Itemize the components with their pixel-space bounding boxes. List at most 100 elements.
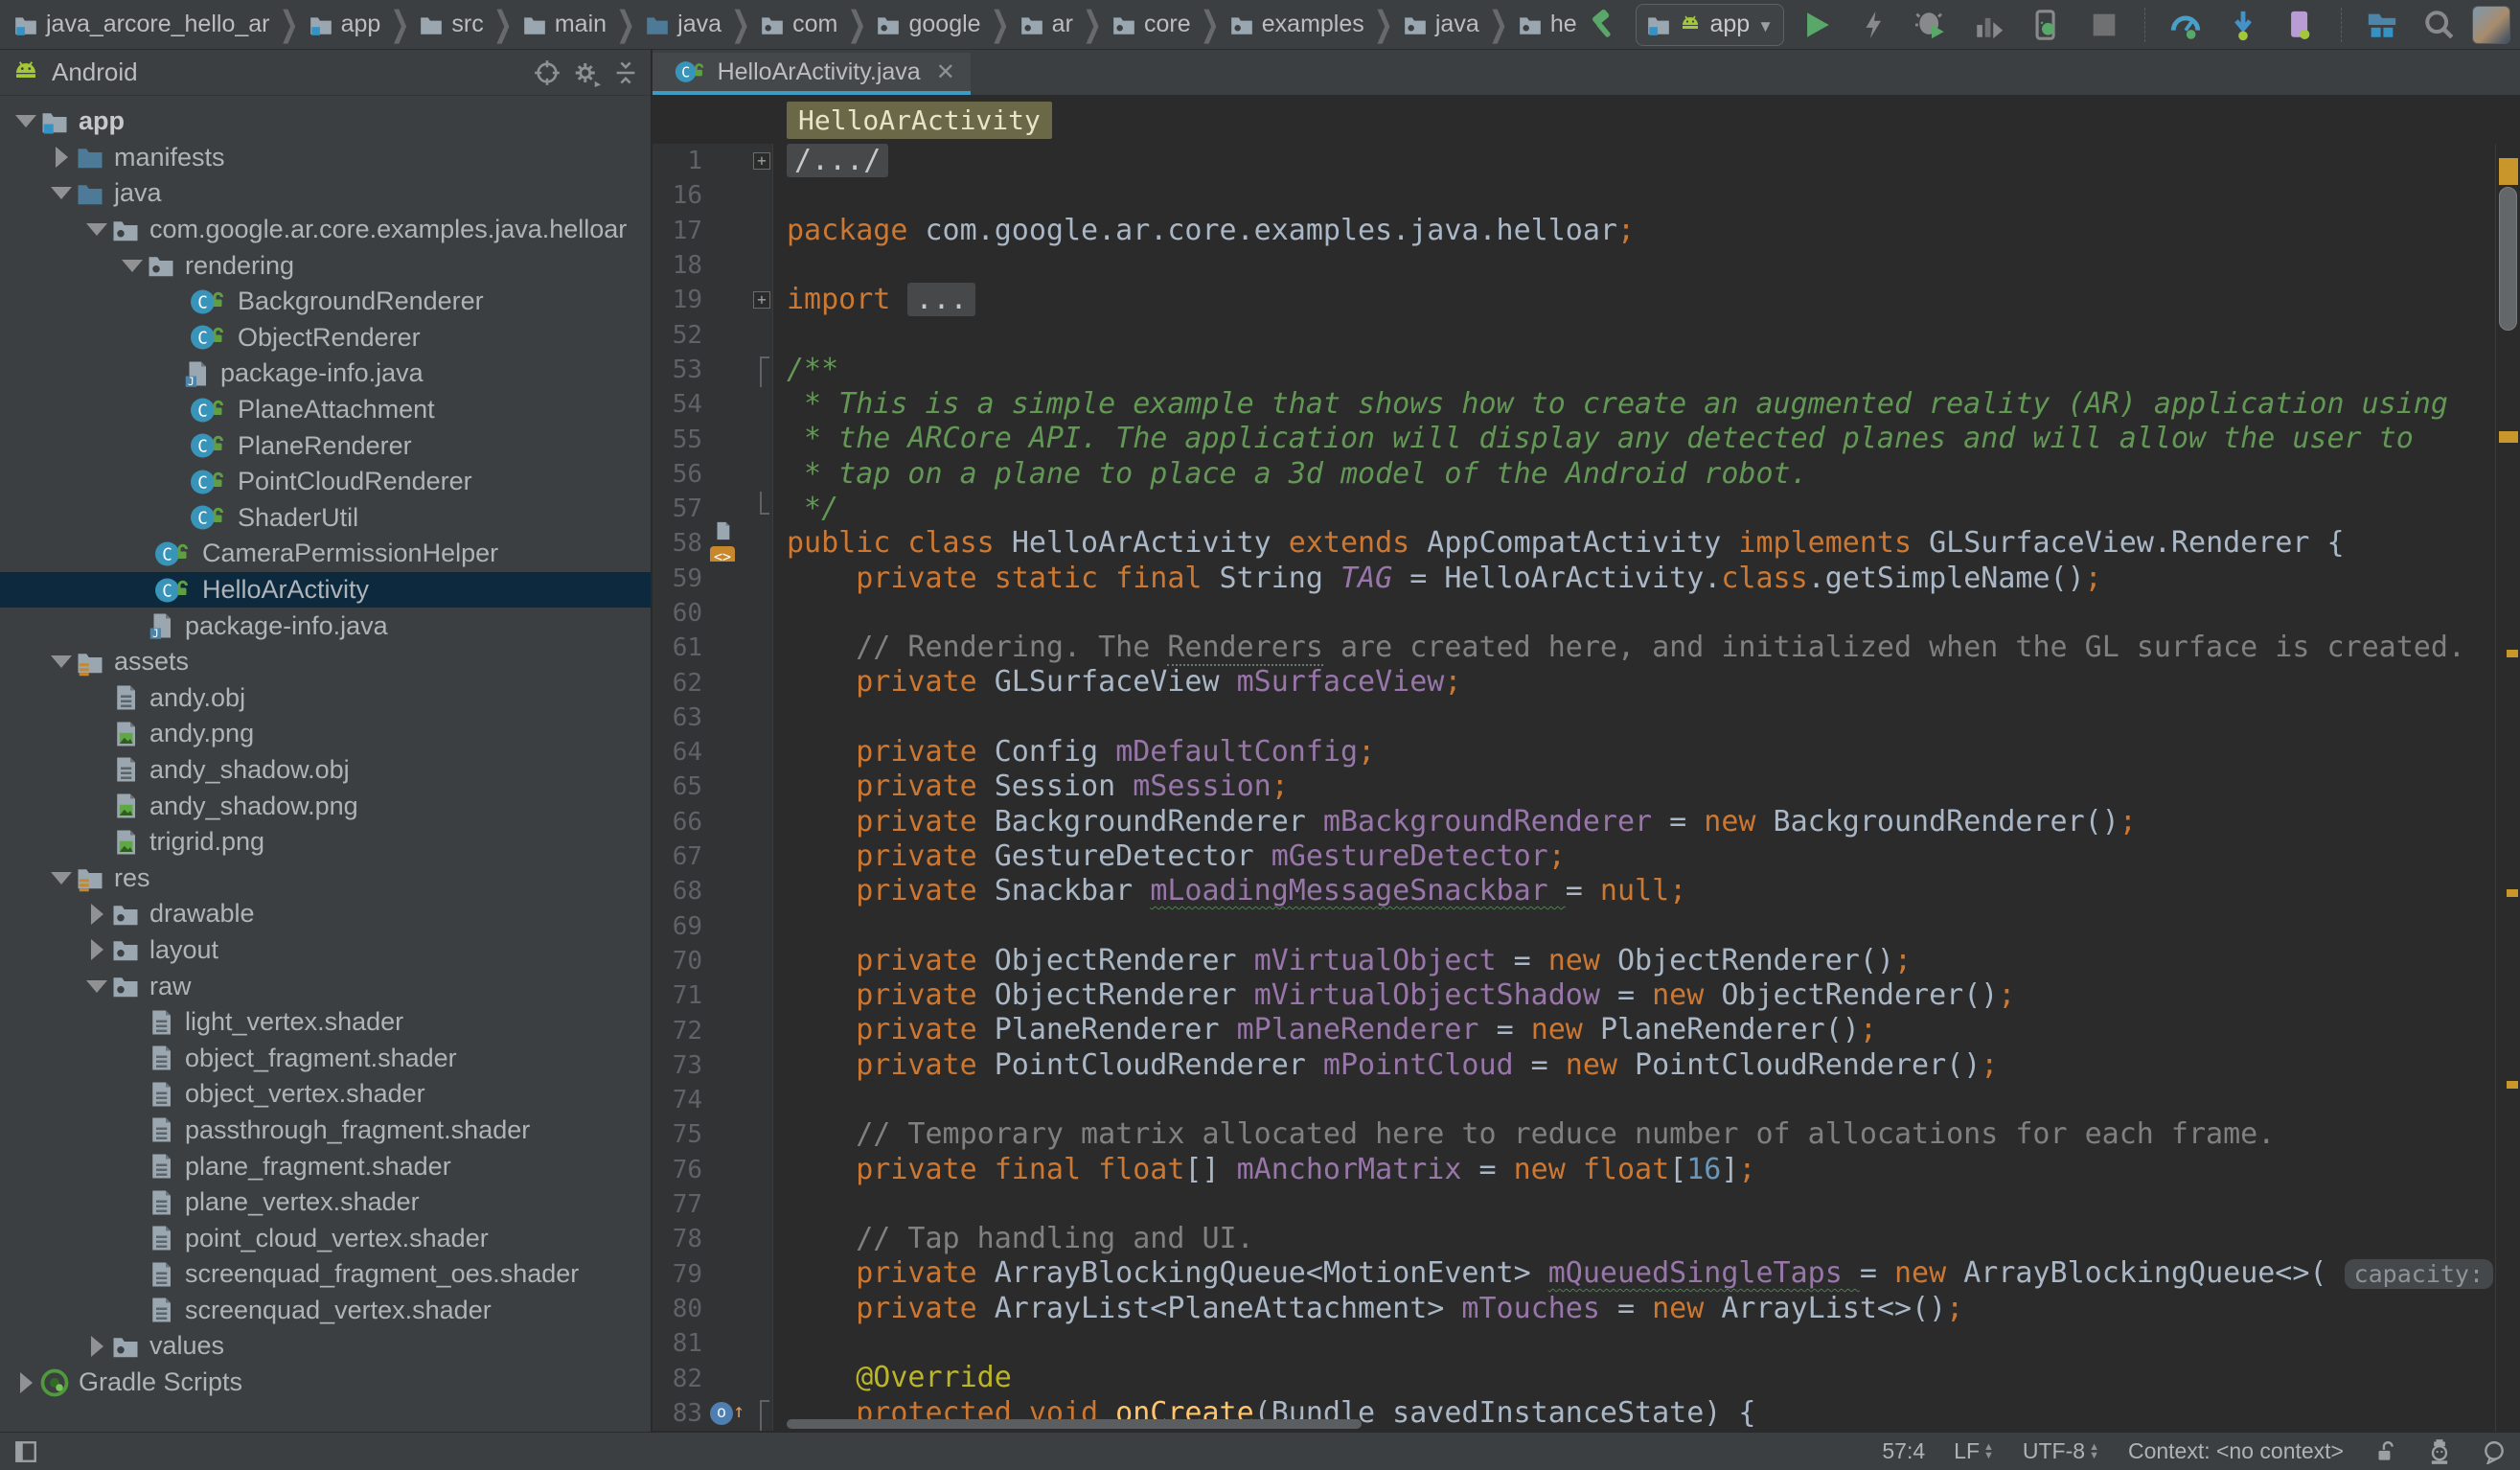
tree-item-screenquad_fragment_oes.shader[interactable]: screenquad_fragment_oes.shader xyxy=(0,1256,651,1293)
tree-item-values[interactable]: values xyxy=(0,1328,651,1365)
code-line[interactable]: 53/** xyxy=(653,353,2495,387)
avatar[interactable] xyxy=(2472,6,2510,44)
line-number[interactable]: 68 xyxy=(653,874,708,908)
chevron-collapsed-icon[interactable] xyxy=(82,900,111,929)
code-line[interactable]: 69 xyxy=(653,909,2495,944)
code-line[interactable]: 65 private Session mSession; xyxy=(653,769,2495,804)
chevron-expanded-icon[interactable] xyxy=(82,216,111,244)
code-line[interactable]: 55 * the ARCore API. The application wil… xyxy=(653,422,2495,456)
code-line[interactable]: 71 private ObjectRenderer mVirtualObject… xyxy=(653,978,2495,1013)
tree-item-light_vertex.shader[interactable]: light_vertex.shader xyxy=(0,1004,651,1041)
line-number[interactable]: 61 xyxy=(653,631,708,665)
tree-item-com.google.ar.core.examples.java.helloar[interactable]: com.google.ar.core.examples.java.helloar xyxy=(0,212,651,248)
line-number[interactable]: 83 xyxy=(653,1396,708,1431)
tree-item-app[interactable]: app xyxy=(0,103,651,140)
line-number[interactable]: 75 xyxy=(653,1117,708,1152)
line-number[interactable]: 67 xyxy=(653,839,708,874)
fold-start-icon[interactable] xyxy=(760,356,769,387)
error-stripe-mark[interactable] xyxy=(2507,1081,2518,1089)
code-line[interactable]: 70 private ObjectRenderer mVirtualObject… xyxy=(653,944,2495,978)
code-line[interactable]: 77 xyxy=(653,1187,2495,1222)
caret-position[interactable]: 57:4 xyxy=(1882,1438,1925,1464)
tree-item-andy_shadow.obj[interactable]: andy_shadow.obj xyxy=(0,752,651,789)
code-line[interactable]: 68 private Snackbar mLoadingMessageSnack… xyxy=(653,874,2495,908)
code-line[interactable]: 80 private ArrayList<PlaneAttachment> mT… xyxy=(653,1292,2495,1326)
line-number[interactable]: 77 xyxy=(653,1187,708,1222)
code-line[interactable]: 16 xyxy=(653,178,2495,213)
line-number[interactable]: 74 xyxy=(653,1083,708,1117)
breadcrumb-item-src[interactable]: src xyxy=(419,11,483,38)
tree-item-PlaneRenderer[interactable]: CPlaneRenderer xyxy=(0,427,651,464)
scrollbar-thumb[interactable] xyxy=(2499,187,2517,331)
line-number[interactable]: 72 xyxy=(653,1013,708,1047)
code-line[interactable]: 18 xyxy=(653,248,2495,283)
code-line[interactable]: 66 private BackgroundRenderer mBackgroun… xyxy=(653,805,2495,839)
line-number[interactable]: 56 xyxy=(653,457,708,492)
code-line[interactable]: 72 private PlaneRenderer mPlaneRenderer … xyxy=(653,1013,2495,1047)
tree-item-passthrough_fragment.shader[interactable]: passthrough_fragment.shader xyxy=(0,1113,651,1149)
tree-item-andy_shadow.png[interactable]: andy_shadow.png xyxy=(0,788,651,824)
tree-item-ShaderUtil[interactable]: CShaderUtil xyxy=(0,500,651,537)
encoding-selector[interactable]: UTF-8▲▼ xyxy=(2023,1438,2099,1464)
tree-item-CameraPermissionHelper[interactable]: CCameraPermissionHelper xyxy=(0,536,651,572)
line-number[interactable]: 59 xyxy=(653,562,708,596)
code-line[interactable]: 74 xyxy=(653,1083,2495,1117)
tree-item-screenquad_vertex.shader[interactable]: screenquad_vertex.shader xyxy=(0,1293,651,1329)
tree-item-object_vertex.shader[interactable]: object_vertex.shader xyxy=(0,1076,651,1113)
code-line[interactable]: 1+/.../ xyxy=(653,144,2495,178)
search-everywhere-button[interactable] xyxy=(2415,4,2464,46)
error-stripe-mark[interactable] xyxy=(2507,889,2518,897)
fold-expand-icon[interactable]: + xyxy=(753,291,770,309)
line-number[interactable]: 63 xyxy=(653,701,708,735)
tree-item-HelloArActivity[interactable]: CHelloArActivity xyxy=(0,572,651,609)
horizontal-scrollbar[interactable] xyxy=(787,1419,1362,1429)
chevron-collapsed-icon[interactable] xyxy=(11,1368,40,1397)
code-line[interactable]: 79 private ArrayBlockingQueue<MotionEven… xyxy=(653,1257,2495,1292)
code-line[interactable]: 64 private Config mDefaultConfig; xyxy=(653,735,2495,769)
context-indicator[interactable]: Context: <no context> xyxy=(2128,1438,2344,1464)
attach-debugger-button[interactable] xyxy=(2218,4,2268,46)
code-line[interactable]: 63 xyxy=(653,701,2495,735)
line-number[interactable]: 18 xyxy=(653,248,708,283)
line-number[interactable]: 58 xyxy=(653,526,708,561)
code-line[interactable]: 58<>public class HelloArActivity extends… xyxy=(653,526,2495,561)
breadcrumb-item-java[interactable]: java xyxy=(645,11,722,38)
overriding-method-icon[interactable]: o xyxy=(710,1402,733,1425)
chevron-collapsed-icon[interactable] xyxy=(47,143,76,172)
code-line[interactable]: 52 xyxy=(653,317,2495,352)
run-on-device-button[interactable] xyxy=(2022,4,2072,46)
close-icon[interactable]: ✕ xyxy=(936,58,955,86)
tree-item-plane_vertex.shader[interactable]: plane_vertex.shader xyxy=(0,1184,651,1221)
line-number[interactable]: 70 xyxy=(653,944,708,978)
breadcrumb-item-google[interactable]: google xyxy=(876,11,980,38)
tree-item-trigrid.png[interactable]: trigrid.png xyxy=(0,824,651,861)
breadcrumb-item-examples[interactable]: examples xyxy=(1229,11,1364,38)
project-view-selector[interactable]: Android xyxy=(52,57,138,87)
tree-item-object_fragment.shader[interactable]: object_fragment.shader xyxy=(0,1040,651,1076)
chevron-collapsed-icon[interactable] xyxy=(82,1332,111,1361)
device-monitor-button[interactable] xyxy=(2276,4,2325,46)
tree-item-assets[interactable]: assets xyxy=(0,644,651,680)
line-number[interactable]: 16 xyxy=(653,178,708,213)
breadcrumb-item-core[interactable]: core xyxy=(1111,11,1191,38)
line-number[interactable]: 69 xyxy=(653,909,708,944)
line-number[interactable]: 80 xyxy=(653,1292,708,1326)
event-log-icon[interactable] xyxy=(2482,1439,2507,1464)
line-number[interactable]: 64 xyxy=(653,735,708,769)
line-number[interactable]: 19 xyxy=(653,283,708,317)
code-area[interactable]: 1+/.../1617package com.google.ar.core.ex… xyxy=(653,144,2495,1432)
line-number[interactable]: 60 xyxy=(653,596,708,631)
error-stripe-mark[interactable] xyxy=(2499,158,2518,185)
code-line[interactable]: 76 private final float[] mAnchorMatrix =… xyxy=(653,1153,2495,1187)
code-line[interactable]: 59 private static final String TAG = Hel… xyxy=(653,562,2495,596)
line-number[interactable]: 81 xyxy=(653,1326,708,1361)
breadcrumb-item-app[interactable]: app xyxy=(309,11,381,38)
tree-item-rendering[interactable]: rendering xyxy=(0,247,651,284)
editor[interactable]: C HelloArActivity.java ✕ HelloArActivity… xyxy=(653,50,2520,1432)
tree-item-raw[interactable]: raw xyxy=(0,968,651,1004)
gear-icon[interactable] xyxy=(572,58,601,87)
breadcrumb-item-main[interactable]: main xyxy=(522,11,607,38)
code-line[interactable]: 17package com.google.ar.core.examples.ja… xyxy=(653,214,2495,248)
build-hammer-button[interactable] xyxy=(1578,4,1628,46)
profile-button[interactable] xyxy=(1964,4,2014,46)
